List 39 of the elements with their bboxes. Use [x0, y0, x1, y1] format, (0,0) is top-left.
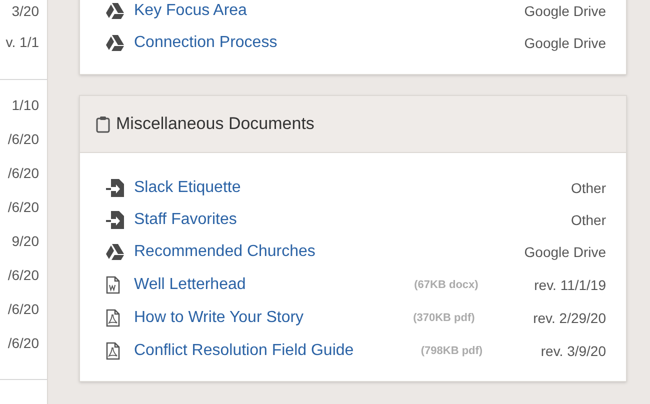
pdf-file-icon: [106, 342, 120, 360]
clipboard-icon: [96, 116, 110, 132]
document-source: Google Drive: [524, 34, 606, 53]
drive-icon: [106, 3, 124, 19]
panel-title: Miscellaneous Documents: [116, 113, 314, 136]
revision-date: /6/20: [8, 300, 39, 319]
revision-date: /6/20: [8, 266, 39, 285]
revision-date: /6/20: [8, 130, 39, 149]
document-source: Google Drive: [524, 243, 606, 262]
file-arrow-icon: [106, 211, 124, 229]
drive-icon: [106, 35, 124, 51]
document-source: rev. 2/29/20: [533, 308, 606, 328]
file-size: (67KB docx): [414, 278, 480, 292]
pdf-file-icon: [106, 308, 120, 326]
revision-date: v. 1/1: [6, 33, 39, 52]
word-file-icon: [106, 276, 120, 294]
file-size: (798KB pdf): [420, 344, 484, 358]
revision-date: /6/20: [8, 198, 39, 217]
document-link[interactable]: Slack Etiquette: [134, 178, 241, 198]
document-link[interactable]: Recommended Churches: [134, 242, 316, 262]
revision-date: 9/20: [12, 232, 39, 251]
drive-icon: [106, 244, 124, 260]
document-link[interactable]: Connection Process: [134, 33, 278, 53]
file-arrow-icon: [106, 179, 124, 197]
revision-date: /6/20: [8, 334, 39, 353]
document-source: rev. 11/1/19: [534, 276, 606, 294]
document-source: Other: [570, 179, 606, 198]
document-source: Google Drive: [524, 2, 606, 21]
file-size: (370KB pdf): [413, 310, 476, 326]
document-source: rev. 3/9/20: [540, 342, 606, 360]
revision-date: 3/20: [12, 2, 39, 21]
revision-date: 1/10: [12, 96, 39, 115]
document-link[interactable]: How to Write Your Story: [134, 308, 304, 328]
document-link[interactable]: Key Focus Area: [134, 1, 247, 21]
document-link[interactable]: Well Letterhead: [134, 274, 246, 294]
revision-date: /6/20: [8, 164, 39, 183]
document-link[interactable]: Conflict Resolution Field Guide: [134, 340, 354, 360]
document-source: Other: [570, 211, 606, 230]
document-link[interactable]: Staff Favorites: [134, 210, 237, 230]
